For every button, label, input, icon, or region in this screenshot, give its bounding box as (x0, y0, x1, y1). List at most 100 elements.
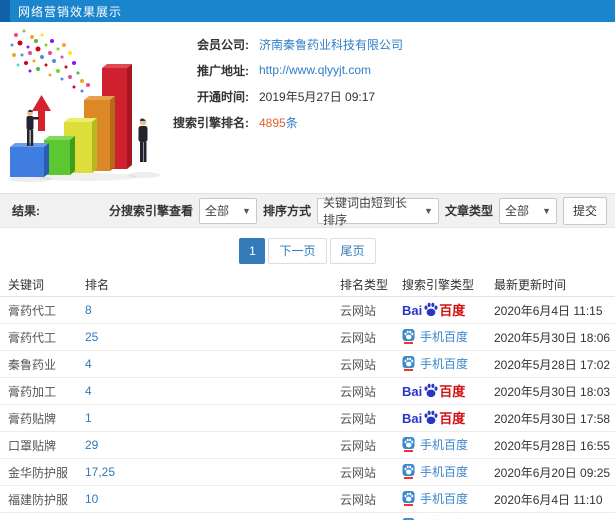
member-company-row: 会员公司: 济南秦鲁药业科技有限公司 (165, 31, 403, 57)
col-keyword: 关键词 (8, 278, 45, 292)
engine-cell: 手机百度 (402, 517, 494, 520)
keyword-rank-table: 关键词 排名 排名类型 搜索引擎类型 最新更新时间 膏药代工 8 云网站 Bai… (0, 273, 615, 520)
baidu-mobile-icon (402, 355, 416, 371)
engine-view-label: 分搜索引擎查看 (108, 204, 193, 218)
update-time-cell: 2020年5月30日 18:06 (494, 330, 611, 345)
rank-link[interactable]: 8 (85, 303, 340, 317)
growth-arrow-icon (32, 95, 51, 131)
baidu-pc-logo: Bai 百度 (402, 302, 466, 318)
rank-type-cell: 云网站 (340, 492, 377, 507)
rank-link[interactable]: 1 (85, 411, 340, 425)
rank-type-cell: 云网站 (340, 438, 377, 453)
col-rank: 排名 (85, 278, 110, 292)
bar-blue (10, 143, 49, 177)
account-info-section: 会员公司: 济南秦鲁药业科技有限公司 推广地址: http://www.qlyy… (0, 22, 615, 193)
promo-url-link[interactable]: http://www.qlyyjt.com (259, 63, 371, 77)
col-rank-type: 排名类型 (340, 278, 389, 292)
chevron-down-icon: ▼ (542, 205, 551, 216)
engine-cell: Bai 百度 (402, 410, 494, 426)
baidu-paw-icon (424, 383, 438, 398)
article-type-selected: 全部 (504, 204, 529, 218)
filter-controls: 分搜索引擎查看 全部 ▼ 排序方式 关键词由短到长排序 ▼ 文章类型 全部 ▼ … (108, 196, 607, 227)
engine-rank-label: 搜索引擎排名: (173, 115, 249, 130)
rank-link[interactable]: 29 (85, 438, 340, 452)
update-time-cell: 2020年5月30日 17:58 (494, 411, 611, 426)
table-header-row: 关键词 排名 排名类型 搜索引擎类型 最新更新时间 (0, 273, 615, 297)
table-row: 膏药贴牌 1 云网站 Bai 百度 2020年5月30日 17:58 (0, 405, 615, 432)
chevron-down-icon: ▼ (424, 205, 433, 216)
open-time-label: 开通时间: (197, 89, 249, 104)
bar-chart-image (8, 29, 160, 182)
sort-select[interactable]: 关键词由短到长排序 ▼ (316, 196, 439, 227)
businessman-right (138, 118, 148, 162)
update-time-cell: 2020年5月28日 16:55 (494, 438, 611, 453)
submit-button[interactable]: 提交 (562, 196, 607, 225)
filter-bar: 结果: 分搜索引擎查看 全部 ▼ 排序方式 关键词由短到长排序 ▼ 文章类型 全… (0, 193, 615, 228)
rank-type-cell: 云网站 (340, 357, 377, 372)
update-time-cell: 2020年6月4日 11:10 (494, 492, 603, 507)
member-company-label: 会员公司: (197, 37, 249, 52)
table-row: 膏药加工 4 云网站 Bai 百度 2020年5月30日 18:03 (0, 378, 615, 405)
keyword-cell: 膏药代工 (8, 330, 57, 345)
rank-type-cell: 云网站 (340, 330, 377, 345)
rank-type-cell: 云网站 (340, 465, 377, 480)
account-info-fields: 会员公司: 济南秦鲁药业科技有限公司 推广地址: http://www.qlyy… (165, 31, 403, 135)
pagination: 1 下一页 尾页 (0, 228, 615, 273)
baidu-mobile-badge: 手机百度 (402, 436, 468, 453)
rank-link[interactable]: 10 (85, 492, 340, 506)
open-time-value: 2019年5月27日 09:17 (259, 89, 376, 104)
table-row: 福建防护服 10 云网站 手机百度 2020年6月4日 11:10 (0, 486, 615, 513)
rank-count-unit: 条 (285, 115, 298, 130)
keyword-cell: 福建防护服 (8, 492, 69, 507)
businessman-left (26, 109, 39, 146)
next-page-button[interactable]: 下一页 (268, 237, 327, 264)
table-row: 口罩贴牌 29 云网站 手机百度 2020年5月28日 16:55 (0, 432, 615, 459)
table-row: 手机百度 (0, 513, 615, 520)
baidu-pc-logo: Bai 百度 (402, 410, 466, 426)
marketing-chart-illustration (2, 25, 184, 187)
baidu-mobile-badge: 手机百度 (402, 355, 468, 372)
baidu-mobile-icon (402, 463, 416, 479)
sort-label: 排序方式 (262, 204, 311, 218)
article-type-label: 文章类型 (444, 204, 493, 218)
table-row: 金华防护服 17,25 云网站 手机百度 2020年6月20日 09:25 (0, 459, 615, 486)
baidu-mobile-badge: 手机百度 (402, 328, 468, 345)
engine-rank-value: 4895条 (259, 114, 298, 131)
baidu-pc-logo: Bai 百度 (402, 383, 466, 399)
engine-rank-row: 搜索引擎排名: 4895条 (165, 109, 403, 135)
rank-type-cell: 云网站 (340, 411, 377, 426)
engine-view-selected: 全部 (204, 204, 229, 218)
keyword-cell: 金华防护服 (8, 465, 69, 480)
engine-cell: Bai 百度 (402, 302, 494, 318)
member-company-link[interactable]: 济南秦鲁药业科技有限公司 (259, 36, 403, 53)
col-engine-type: 搜索引擎类型 (402, 278, 475, 292)
rank-link[interactable]: 17,25 (85, 465, 340, 479)
window-title-bar: 网络营销效果展示 (0, 0, 615, 22)
rank-link[interactable]: 4 (85, 384, 340, 398)
table-row: 膏药代工 8 云网站 Bai 百度 2020年6月4日 11:15 (0, 297, 615, 324)
rank-link[interactable]: 4 (85, 357, 340, 371)
confetti-dots (10, 29, 90, 93)
update-time-cell: 2020年5月30日 18:03 (494, 384, 611, 399)
result-label: 结果: (12, 204, 40, 218)
article-type-select[interactable]: 全部 ▼ (498, 197, 557, 224)
update-time-cell: 2020年5月28日 17:02 (494, 357, 611, 372)
keyword-cell: 膏药代工 (8, 303, 57, 318)
last-page-button[interactable]: 尾页 (329, 237, 376, 264)
promo-url-label: 推广地址: (197, 63, 249, 78)
engine-view-select[interactable]: 全部 ▼ (198, 197, 257, 224)
page-title: 网络营销效果展示 (18, 4, 123, 19)
rank-link[interactable]: 25 (85, 330, 340, 344)
col-update-time: 最新更新时间 (494, 278, 567, 292)
page-1-button[interactable]: 1 (239, 237, 266, 264)
engine-cell: Bai 百度 (402, 383, 494, 399)
update-time-cell: 2020年6月4日 11:15 (494, 303, 603, 318)
chevron-down-icon: ▼ (242, 205, 251, 216)
keyword-cell: 膏药贴牌 (8, 411, 57, 426)
engine-cell: 手机百度 (402, 328, 494, 347)
keyword-cell: 膏药加工 (8, 384, 57, 399)
engine-cell: 手机百度 (402, 463, 494, 482)
table-row: 秦鲁药业 4 云网站 手机百度 2020年5月28日 17:02 (0, 351, 615, 378)
baidu-paw-icon (424, 410, 438, 425)
baidu-mobile-badge: 手机百度 (402, 463, 468, 480)
